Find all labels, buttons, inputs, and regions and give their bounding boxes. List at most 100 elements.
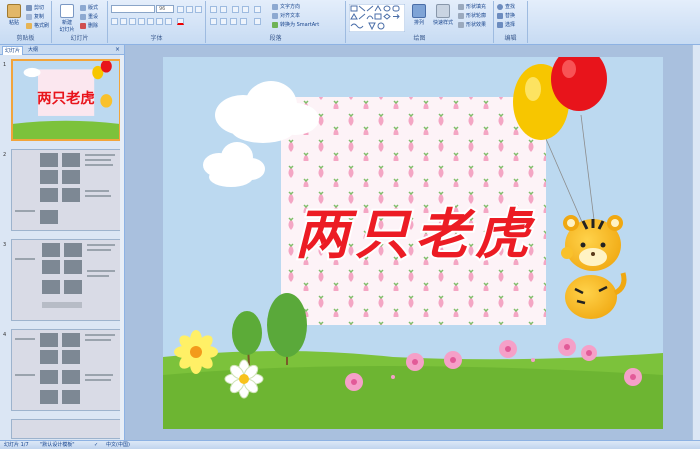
columns-button[interactable] bbox=[254, 18, 261, 25]
font-name-box[interactable] bbox=[111, 5, 155, 13]
align-center-button[interactable] bbox=[220, 18, 227, 25]
indent-more-button[interactable] bbox=[242, 6, 249, 13]
format-painter-button[interactable]: 格式刷 bbox=[26, 22, 49, 29]
tab-outline[interactable]: 大纲 bbox=[26, 46, 40, 55]
select-button[interactable]: 选择 bbox=[497, 21, 515, 28]
delete-label: 删除 bbox=[88, 23, 99, 29]
reset-button[interactable]: 重设 bbox=[80, 13, 98, 20]
slide-thumbnail-1[interactable]: 两只老虎 bbox=[11, 59, 121, 141]
justify-button[interactable] bbox=[240, 18, 247, 25]
find-button[interactable]: 查找 bbox=[497, 3, 515, 10]
shrink-font-button[interactable] bbox=[186, 6, 193, 13]
slide-number: 1 bbox=[3, 62, 7, 68]
arrange-button[interactable]: 排列 bbox=[408, 4, 430, 32]
strike-button[interactable] bbox=[138, 18, 145, 25]
paragraph-group-label: 段落 bbox=[269, 35, 282, 42]
reset-label: 重设 bbox=[88, 14, 99, 20]
align-text-label: 对齐文本 bbox=[280, 13, 301, 19]
editing-group: 查找 替换 选择 编辑 bbox=[494, 1, 528, 43]
new-slide-label: 新建 bbox=[61, 20, 72, 26]
grow-font-button[interactable] bbox=[177, 6, 184, 13]
select-icon bbox=[497, 21, 503, 28]
slide-number: 2 bbox=[3, 152, 7, 158]
smartart-button[interactable]: 转换为 SmartArt bbox=[272, 21, 319, 28]
indent-less-button[interactable] bbox=[232, 6, 239, 13]
italic-button[interactable] bbox=[120, 18, 127, 25]
shape-fill-button[interactable]: 形状填充 bbox=[458, 3, 486, 10]
format-painter-label: 格式刷 bbox=[34, 23, 50, 29]
clipboard-group: 粘贴 剪切 复制 格式刷 剪贴板 bbox=[0, 1, 52, 43]
paste-button[interactable]: 粘贴 bbox=[3, 4, 25, 32]
svg-text:两只老虎: 两只老虎 bbox=[37, 89, 95, 107]
clipboard-group-label: 剪贴板 bbox=[16, 35, 35, 42]
panel-tabs: 幻灯片 大纲 × bbox=[0, 45, 124, 55]
copy-icon bbox=[26, 13, 32, 20]
layout-icon bbox=[80, 4, 86, 11]
text-direction-icon bbox=[272, 3, 278, 10]
outline-icon bbox=[458, 12, 464, 19]
slides-panel: 幻灯片 大纲 × 1 两只老虎 2 3 4 bbox=[0, 45, 125, 440]
underline-button[interactable] bbox=[129, 18, 136, 25]
copy-button[interactable]: 复制 bbox=[26, 13, 44, 20]
delete-button[interactable]: 删除 bbox=[80, 22, 98, 29]
brush-icon bbox=[26, 22, 32, 29]
shape-effects-button[interactable]: 形状效果 bbox=[458, 21, 486, 28]
quick-styles-icon bbox=[436, 4, 450, 18]
shape-outline-label: 形状轮廓 bbox=[466, 13, 487, 19]
font-color-button[interactable] bbox=[177, 18, 184, 25]
status-bar: 幻灯片 1/7 "默认设计模板" ✓ 中文(中国) bbox=[0, 440, 700, 449]
bullets-button[interactable] bbox=[210, 6, 217, 13]
slide-2-preview bbox=[12, 150, 120, 230]
shapes-gallery[interactable] bbox=[349, 4, 405, 32]
new-slide-button[interactable]: 新建 幻灯片 bbox=[56, 4, 78, 33]
shadow-button[interactable] bbox=[147, 18, 154, 25]
slide-thumbnail-2[interactable] bbox=[11, 149, 121, 231]
new-slide-icon bbox=[60, 4, 74, 18]
arrange-icon bbox=[412, 4, 426, 18]
paste-icon bbox=[7, 4, 21, 18]
slide-thumbnail-3[interactable] bbox=[11, 239, 121, 321]
align-left-button[interactable] bbox=[210, 18, 217, 25]
panel-scrollbar[interactable] bbox=[120, 55, 124, 440]
ribbon: 粘贴 剪切 复制 格式刷 剪贴板 新建 幻灯片 版式 重设 删除 幻灯片 96 … bbox=[0, 0, 700, 45]
slide-number: 3 bbox=[3, 242, 7, 248]
layout-button[interactable]: 版式 bbox=[80, 4, 98, 11]
shape-fill-label: 形状填充 bbox=[466, 4, 487, 10]
shape-outline-button[interactable]: 形状轮廓 bbox=[458, 12, 486, 19]
slide-1[interactable]: 两只老虎 bbox=[163, 57, 663, 429]
bold-button[interactable] bbox=[111, 18, 118, 25]
case-button[interactable] bbox=[165, 18, 172, 25]
shape-effects-label: 形状效果 bbox=[466, 22, 487, 28]
numbering-button[interactable] bbox=[220, 6, 227, 13]
spacing-button[interactable] bbox=[156, 18, 163, 25]
line-spacing-button[interactable] bbox=[254, 6, 261, 13]
clear-format-button[interactable] bbox=[195, 6, 202, 13]
align-right-button[interactable] bbox=[230, 18, 237, 25]
paste-label: 粘贴 bbox=[8, 20, 19, 26]
quick-styles-button[interactable]: 快速样式 bbox=[430, 4, 456, 32]
cut-button[interactable]: 剪切 bbox=[26, 4, 44, 11]
tab-slides[interactable]: 幻灯片 bbox=[2, 46, 24, 55]
text-direction-button[interactable]: 文字方向 bbox=[272, 3, 300, 10]
drawing-group: 排列 快速样式 形状填充 形状轮廓 形状效果 绘图 bbox=[346, 1, 494, 43]
find-icon bbox=[497, 3, 503, 10]
spellcheck-icon[interactable]: ✓ bbox=[94, 441, 98, 449]
replace-button[interactable]: 替换 bbox=[497, 12, 515, 19]
replace-label: 替换 bbox=[505, 13, 516, 19]
smartart-icon bbox=[272, 21, 278, 28]
align-text-button[interactable]: 对齐文本 bbox=[272, 12, 300, 19]
font-size-box[interactable]: 96 bbox=[156, 5, 174, 13]
slide-thumbnail-4[interactable] bbox=[11, 329, 121, 411]
layout-label: 版式 bbox=[88, 5, 99, 11]
scissors-icon bbox=[26, 4, 32, 11]
slide-1-preview: 两只老虎 bbox=[13, 61, 119, 139]
slide-counter: 幻灯片 1/7 bbox=[4, 442, 29, 448]
slide-thumbnail-5[interactable] bbox=[11, 419, 121, 439]
close-panel-icon[interactable]: × bbox=[115, 46, 120, 53]
slide-title[interactable]: 两只老虎 bbox=[293, 200, 536, 268]
canvas-scrollbar[interactable] bbox=[692, 45, 700, 440]
drawing-group-label: 绘图 bbox=[413, 35, 426, 42]
align-text-icon bbox=[272, 12, 278, 19]
slide-3-preview bbox=[12, 240, 120, 320]
slide-canvas: 两只老虎 bbox=[125, 45, 700, 440]
